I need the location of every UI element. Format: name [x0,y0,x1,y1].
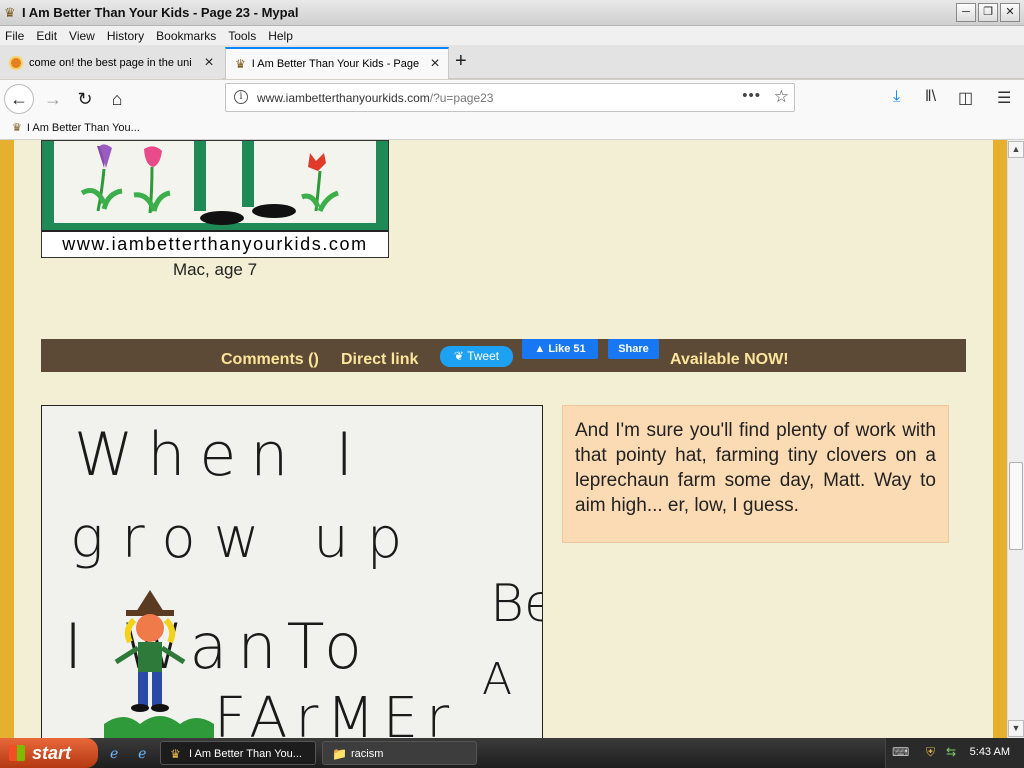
close-button[interactable]: ✕ [1000,3,1020,22]
url-path: /?u=page23 [429,91,494,105]
reload-icon[interactable]: ↻ [70,84,100,114]
available-now-link[interactable]: Available NOW! [670,351,789,369]
network-icon[interactable]: ⇆ [946,745,956,759]
tab-bar: come on! the best page in the uni × ♛ I … [0,45,1024,79]
facebook-like-button[interactable]: ▲ Like 51 [522,339,598,359]
menu-tools[interactable]: Tools [228,29,256,43]
download-icon[interactable]: ⤓ [893,88,900,106]
drawing-text-line: FArMEr [214,686,458,738]
menu-view[interactable]: View [69,29,95,43]
thumbs-up-icon: ▲ [534,343,549,355]
tweet-button[interactable]: ❦ Tweet [440,346,513,367]
page-right-border [993,140,1007,738]
bookmark-star-icon[interactable]: ☆ [774,87,789,107]
clock: 5:43 AM [969,746,1010,758]
new-tab-icon[interactable]: + [455,50,467,73]
child-drawing-farmer: When I grow up I WanTo Be A FArMEr [41,405,543,738]
tab-label: I Am Better Than Your Kids - Page [251,58,420,70]
web-page: www.iambetterthanyourkids.com Mac, age 7… [0,140,1007,738]
scroll-up-icon[interactable]: ▲ [1008,141,1024,158]
crown-icon: ♛ [235,57,246,71]
drawing-text-line: grow up [70,506,421,571]
system-tray: ⌨ ⛨ ⇆ 5:43 AM [885,738,1024,768]
title-bar: ♛ I Am Better Than Your Kids - Page 23 -… [0,0,1024,26]
menu-bookmarks[interactable]: Bookmarks [156,29,216,43]
app-icon: ♛ [4,5,16,20]
back-icon[interactable]: ← [4,84,34,114]
start-label: start [32,743,72,763]
shield-icon[interactable]: ⛨ [926,745,935,760]
tweet-label: Tweet [467,349,500,363]
start-button[interactable]: start [0,738,98,768]
tab-iambetter[interactable]: ♛ I Am Better Than Your Kids - Page × [225,47,449,79]
url-host: www.iambetterthanyourkids.com [257,91,430,105]
minimize-button[interactable]: ─ [956,3,976,22]
facebook-share-button[interactable]: Share [608,339,659,359]
post-comment: And I'm sure you'll find plenty of work … [562,405,949,543]
page-left-border [0,140,14,738]
folder-icon: 📁 [332,747,347,761]
tab-favicon-icon [9,56,23,70]
sidebar-icon[interactable]: ◫ [958,88,973,108]
window-title: I Am Better Than Your Kids - Page 23 - M… [22,5,299,20]
scroll-down-icon[interactable]: ▼ [1008,720,1024,737]
windows-logo-icon [9,745,25,761]
tab-label: come on! the best page in the uni [29,57,192,69]
library-icon[interactable]: ‖\ [925,88,936,106]
site-watermark: www.iambetterthanyourkids.com [42,230,388,257]
keyboard-icon[interactable]: ⌨ [892,745,909,759]
taskbar: start ℯ ℯ ♛ I Am Better Than You... 📁 ra… [0,738,1024,768]
drawing-text-line: Be [490,574,542,634]
bookmark-item[interactable]: ♛ I Am Better Than You... [12,121,140,134]
tab-best-page[interactable]: come on! the best page in the uni × [0,47,222,79]
menu-edit[interactable]: Edit [36,29,57,43]
navigation-bar: ← → ↻ ⌂ i www.iambetterthanyourkids.com/… [0,80,1024,116]
menu-history[interactable]: History [107,29,144,43]
scroll-thumb[interactable] [1009,462,1023,550]
task-label: I Am Better Than You... [189,748,302,760]
like-label: Like 51 [548,343,586,355]
site-info-icon[interactable]: i [234,90,248,104]
close-tab-icon[interactable]: × [426,55,444,73]
comments-link[interactable]: Comments () [221,351,319,369]
taskbar-item-browser[interactable]: ♛ I Am Better Than You... [160,741,316,765]
close-tab-icon[interactable]: × [200,54,218,72]
address-bar[interactable]: i www.iambetterthanyourkids.com/?u=page2… [225,83,795,112]
forward-icon[interactable]: → [38,84,68,114]
menu-help[interactable]: Help [268,29,293,43]
page-actions-icon[interactable]: ••• [742,87,761,104]
page-content: www.iambetterthanyourkids.com Mac, age 7… [14,140,993,738]
hamburger-menu-icon[interactable]: ☰ [997,88,1011,108]
url-text: www.iambetterthanyourkids.com/?u=page23 [257,91,493,105]
home-icon[interactable]: ⌂ [102,84,132,114]
menu-bar: File Edit View History Bookmarks Tools H… [0,26,1024,45]
vertical-scrollbar[interactable]: ▲ ▼ [1007,140,1024,738]
post-action-bar: Comments () Direct link ❦ Tweet ▲ Like 5… [41,339,966,372]
crown-icon: ♛ [170,747,181,761]
drawing-text-line: When I [74,420,368,490]
crown-icon: ♛ [12,122,22,134]
child-drawing-flowers: www.iambetterthanyourkids.com [41,140,389,258]
drawing-caption: Mac, age 7 [172,260,258,279]
quick-launch-icons[interactable]: ℯ ℯ [110,745,154,762]
bookmark-label: I Am Better Than You... [26,122,140,134]
bookmarks-toolbar: ♛ I Am Better Than You... [0,116,1024,140]
twitter-bird-icon: ❦ [453,349,468,363]
restore-button[interactable]: ❐ [978,3,998,22]
farmer-figure [104,590,214,738]
taskbar-item-folder[interactable]: 📁 racism [322,741,477,765]
drawing-text-line: A [482,654,513,705]
window-controls: ─ ❐ ✕ [956,3,1020,22]
flowers-illustration [42,141,388,232]
menu-file[interactable]: File [5,29,24,43]
task-label: racism [351,748,384,760]
direct-link[interactable]: Direct link [341,351,418,369]
